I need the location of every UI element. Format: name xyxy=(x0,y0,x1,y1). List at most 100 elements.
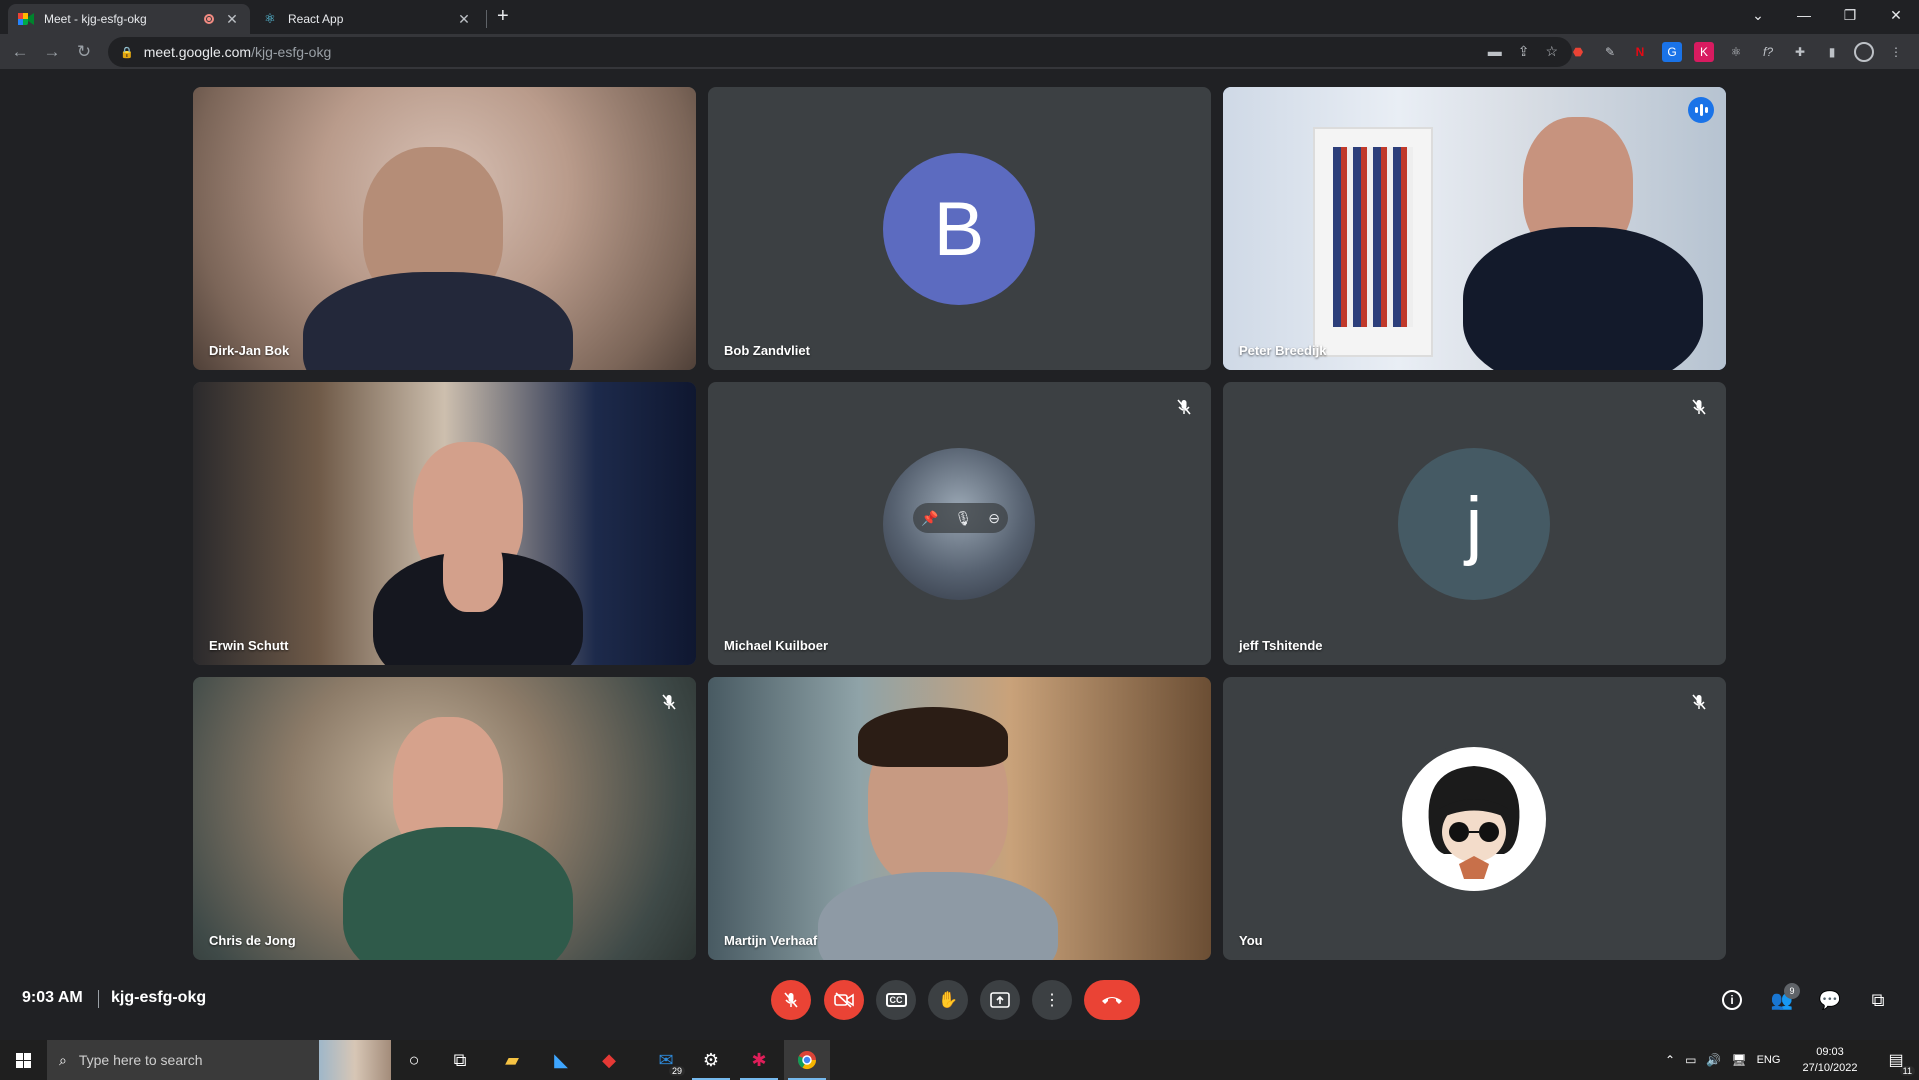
url-host: meet.google.com xyxy=(143,44,252,60)
app-red-icon[interactable]: ◆ xyxy=(586,1040,632,1080)
language-indicator[interactable]: ENG xyxy=(1757,1054,1781,1066)
close-tab-icon[interactable]: ✕ xyxy=(224,11,240,28)
leave-call-button[interactable] xyxy=(1084,980,1140,1020)
show-everyone-button[interactable]: 👥 9 xyxy=(1762,980,1802,1020)
participant-avatar: j xyxy=(1398,448,1550,600)
participant-count-badge: 9 xyxy=(1784,983,1800,999)
meeting-code: kjg-esfg-okg xyxy=(111,989,207,1006)
participant-tile-dirk-jan-bok[interactable]: Dirk-Jan Bok xyxy=(193,87,696,370)
present-screen-button[interactable] xyxy=(980,980,1020,1020)
participant-photo-avatar xyxy=(1398,743,1550,895)
tab-search-icon[interactable]: ⌄ xyxy=(1735,0,1781,30)
google-meet-icon xyxy=(18,11,34,27)
volume-icon[interactable]: 🔊 xyxy=(1706,1053,1721,1067)
file-explorer-icon[interactable]: ▰ xyxy=(489,1040,535,1080)
address-bar[interactable]: 🔒 meet.google.com/kjg-esfg-okg ▬ ⇪ ☆ xyxy=(108,37,1572,67)
extension-fx-icon[interactable]: f? xyxy=(1758,42,1778,62)
profile-avatar-icon[interactable] xyxy=(1854,42,1874,62)
extension-translate-icon[interactable]: G xyxy=(1662,42,1682,62)
participant-tile-chris-de-jong[interactable]: Chris de Jong xyxy=(193,677,696,960)
browser-tab-strip: Meet - kjg-esfg-okg ✕ ⚛ React App ✕ + ⌄ … xyxy=(0,0,1919,34)
extension-react-devtools-icon[interactable]: ⚛ xyxy=(1726,42,1746,62)
mute-participant-icon[interactable]: 🎙 xyxy=(954,510,972,527)
participant-name: You xyxy=(1239,933,1263,948)
tab-meet[interactable]: Meet - kjg-esfg-okg ✕ xyxy=(8,4,250,34)
notification-center-icon[interactable]: ▤ 11 xyxy=(1873,1040,1919,1080)
taskbar-search-box[interactable]: ⌕ Type here to search xyxy=(47,1040,391,1080)
chrome-menu-icon[interactable]: ⋮ xyxy=(1886,42,1906,62)
muted-mic-icon xyxy=(1686,689,1712,715)
participant-tile-bob-zandvliet[interactable]: B Bob Zandvliet xyxy=(708,87,1211,370)
vscode-icon[interactable]: ◣ xyxy=(538,1040,584,1080)
network-icon[interactable]: 🖥 xyxy=(1731,1053,1746,1067)
participant-tile-michael-kuilboer[interactable]: 📌 🎙 ⊖ Michael Kuilboer xyxy=(708,382,1211,665)
taskbar-clock[interactable]: 09:03 27/10/2022 xyxy=(1790,1044,1870,1076)
close-tab-icon[interactable]: ✕ xyxy=(456,11,472,28)
reload-icon[interactable]: ↻ xyxy=(72,40,96,64)
participant-tile-martijn-verhaaf[interactable]: Martijn Verhaaf xyxy=(708,677,1211,960)
participant-tile-you[interactable]: You xyxy=(1223,677,1726,960)
remove-participant-icon[interactable]: ⊖ xyxy=(988,510,1000,527)
battery-icon[interactable]: ▭ xyxy=(1685,1053,1696,1067)
windows-logo-icon xyxy=(15,1052,31,1068)
camera-off-button[interactable] xyxy=(824,980,864,1020)
participant-tile-jeff-tshitende[interactable]: j jeff Tshitende xyxy=(1223,382,1726,665)
windows-taskbar: ⌕ Type here to search ○ ⧉ ▰ ◣ ◆ ✉ 29 ⚙ ✱ … xyxy=(0,1040,1919,1080)
start-button[interactable] xyxy=(0,1040,46,1080)
browser-toolbar: ← → ↻ 🔒 meet.google.com/kjg-esfg-okg ▬ ⇪… xyxy=(0,34,1919,70)
meet-video-grid: Dirk-Jan Bok B Bob Zandvliet Peter Breed… xyxy=(0,70,1919,960)
slack-icon[interactable]: ✱ xyxy=(736,1040,782,1080)
activities-button[interactable]: ⧉ xyxy=(1858,980,1898,1020)
lock-icon[interactable]: 🔒 xyxy=(120,46,134,59)
divider xyxy=(98,990,99,1008)
show-hidden-icons-icon[interactable]: ⌃ xyxy=(1665,1053,1675,1067)
extension-k-icon[interactable]: K xyxy=(1694,42,1714,62)
camera-off-icon xyxy=(834,992,854,1008)
minimize-button[interactable]: — xyxy=(1781,0,1827,30)
chrome-icon[interactable] xyxy=(784,1040,830,1080)
extension-pen-icon[interactable]: ✎ xyxy=(1600,42,1620,62)
participant-video xyxy=(708,677,1211,960)
pin-icon[interactable]: 📌 xyxy=(921,510,938,527)
mail-icon[interactable]: ✉ 29 xyxy=(643,1040,689,1080)
muted-mic-icon xyxy=(656,689,682,715)
tab-react-app[interactable]: ⚛ React App ✕ xyxy=(252,4,482,34)
participant-name: Dirk-Jan Bok xyxy=(209,343,290,358)
bookmark-star-icon[interactable]: ☆ xyxy=(1545,43,1558,60)
restore-button[interactable]: ❐ xyxy=(1827,0,1873,30)
taskbar-date: 27/10/2022 xyxy=(1802,1062,1858,1074)
participant-tile-erwin-schutt[interactable]: Erwin Schutt xyxy=(193,382,696,665)
raise-hand-button[interactable]: ✋ xyxy=(928,980,968,1020)
activities-shapes-icon: ⧉ xyxy=(1871,989,1885,1010)
extension-red-icon[interactable]: ⬣ xyxy=(1568,42,1588,62)
task-view-icon[interactable]: ⧉ xyxy=(437,1040,483,1080)
meeting-details-button[interactable]: i xyxy=(1712,980,1752,1020)
muted-mic-icon xyxy=(1686,394,1712,420)
forward-icon[interactable]: → xyxy=(40,40,64,64)
microphone-off-button[interactable] xyxy=(771,980,811,1020)
chat-icon: 💬 xyxy=(1818,989,1842,1010)
new-tab-button[interactable]: + xyxy=(497,5,509,28)
mic-off-icon xyxy=(784,992,798,1008)
participant-name: Martijn Verhaaf xyxy=(724,933,818,948)
participant-name: Bob Zandvliet xyxy=(724,343,810,358)
share-icon[interactable]: ⇪ xyxy=(1518,43,1530,60)
extensions-puzzle-icon[interactable]: ✚ xyxy=(1790,42,1810,62)
more-options-button[interactable]: ⋮ xyxy=(1032,980,1072,1020)
extension-netflix-icon[interactable]: N xyxy=(1630,42,1650,62)
chat-button[interactable]: 💬 xyxy=(1810,980,1850,1020)
participant-tile-peter-breedijk[interactable]: Peter Breedijk xyxy=(1223,87,1726,370)
info-icon: i xyxy=(1722,990,1742,1010)
participant-video xyxy=(193,677,696,960)
notification-count-badge: 11 xyxy=(1899,1066,1915,1076)
cortana-icon[interactable]: ○ xyxy=(391,1040,437,1080)
participant-video xyxy=(193,87,696,370)
side-panel-icon[interactable]: ▮ xyxy=(1822,42,1842,62)
captions-button[interactable]: CC xyxy=(876,980,916,1020)
back-icon[interactable]: ← xyxy=(8,40,32,64)
camera-in-use-icon[interactable]: ▬ xyxy=(1488,43,1502,60)
taskbar-time: 09:03 xyxy=(1816,1046,1844,1058)
mail-badge: 29 xyxy=(668,1066,685,1076)
steam-icon[interactable]: ⚙ xyxy=(688,1040,734,1080)
close-window-button[interactable]: ✕ xyxy=(1873,0,1919,30)
